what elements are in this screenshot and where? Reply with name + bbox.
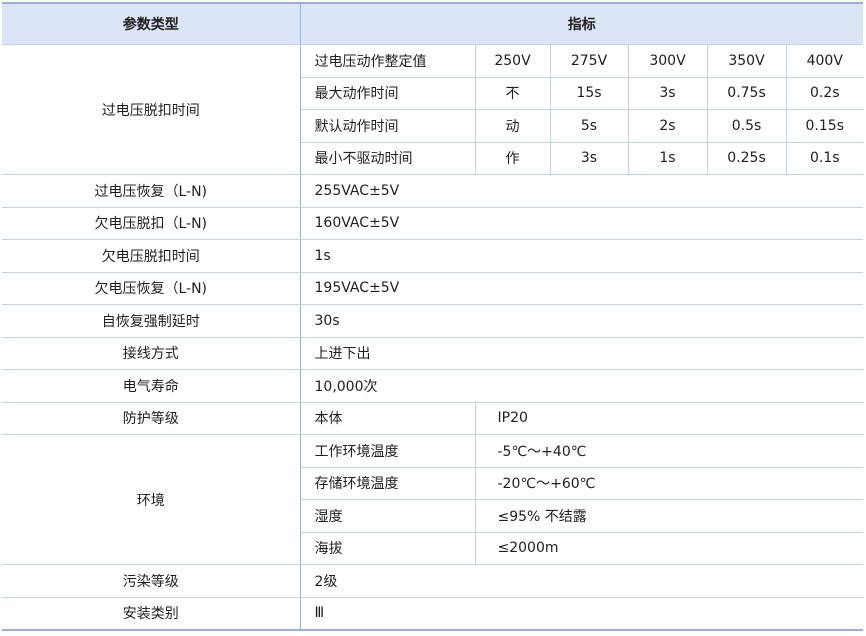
table-header-row: 参数类型 指标 xyxy=(2,2,863,45)
value-cell: ≤95% 不结露 xyxy=(474,499,863,533)
table-row: 电气寿命 10,000次 xyxy=(2,369,863,403)
value-cell: ≤2000m xyxy=(474,532,863,565)
param-label: 过电压脱扣时间 xyxy=(2,44,301,175)
param-label: 过电压恢复（L-N) xyxy=(2,174,301,208)
value-cell: 350V xyxy=(706,44,786,78)
param-label: 接线方式 xyxy=(2,337,301,370)
sub-param-label: 过电压动作整定值 xyxy=(300,44,475,78)
value-cell: 1s xyxy=(300,239,863,273)
value-cell: 400V xyxy=(785,44,863,78)
header-indicator: 指标 xyxy=(300,2,863,45)
table-row: 欠电压脱扣时间 1s xyxy=(2,239,863,273)
value-cell: 作 xyxy=(474,142,550,175)
sub-param-label: 默认动作时间 xyxy=(300,109,475,143)
value-cell: 不 xyxy=(474,77,550,110)
param-label: 自恢复强制延时 xyxy=(2,304,301,338)
value-cell: 275V xyxy=(549,44,628,78)
value-cell: 0.5s xyxy=(706,109,786,143)
table-row: 接线方式 上进下出 xyxy=(2,337,863,370)
param-label: 安装类别 xyxy=(2,597,301,631)
value-cell: 1s xyxy=(627,142,707,175)
table-row: 防护等级 本体 IP20 xyxy=(2,402,863,435)
value-cell: -5℃～+40℃ xyxy=(474,434,863,468)
value-cell: 0.2s xyxy=(785,77,863,110)
value-cell: 0.15s xyxy=(785,109,863,143)
sub-param-label: 工作环境温度 xyxy=(300,434,475,468)
value-cell: 3s xyxy=(627,77,707,110)
header-param-type: 参数类型 xyxy=(2,2,301,45)
value-cell: 160VAC±5V xyxy=(300,207,863,240)
param-label: 欠电压脱扣时间 xyxy=(2,239,301,273)
value-cell: -20℃～+60℃ xyxy=(474,467,863,500)
sub-param-label: 存储环境温度 xyxy=(300,467,475,500)
table-row: 过电压脱扣时间 过电压动作整定值 250V 275V 300V 350V 400V xyxy=(2,44,863,175)
value-cell: 300V xyxy=(627,44,707,78)
param-label: 欠电压恢复（L-N) xyxy=(2,272,301,305)
value-cell: 上进下出 xyxy=(300,337,863,370)
sub-param-label: 海拔 xyxy=(300,532,475,565)
value-cell: 2级 xyxy=(300,564,863,598)
value-cell: IP20 xyxy=(474,402,863,435)
value-cell: 2s xyxy=(627,109,707,143)
value-cell: 15s xyxy=(549,77,628,110)
value-cell: 0.75s xyxy=(706,77,786,110)
value-cell: 动 xyxy=(474,109,550,143)
table-row: 安装类别 Ⅲ xyxy=(2,597,863,631)
table-row: 欠电压恢复（L-N) 195VAC±5V xyxy=(2,272,863,305)
value-cell: 10,000次 xyxy=(300,369,863,403)
param-label: 电气寿命 xyxy=(2,369,301,403)
value-cell: 250V xyxy=(474,44,550,78)
value-cell: 195VAC±5V xyxy=(300,272,863,305)
param-label: 防护等级 xyxy=(2,402,301,435)
value-cell: 255VAC±5V xyxy=(300,174,863,208)
value-cell: 30s xyxy=(300,304,863,338)
sub-param-label: 最小不驱动时间 xyxy=(300,142,475,175)
value-cell: 0.25s xyxy=(706,142,786,175)
table-row: 过电压恢复（L-N) 255VAC±5V xyxy=(2,174,863,208)
table-row: 环境 工作环境温度 -5℃～+40℃ xyxy=(2,434,863,565)
spec-table: 参数类型 指标 过电压脱扣时间 过电压动作整定值 250V 275V 300V 350V 4… xyxy=(2,2,863,631)
value-cell: 0.1s xyxy=(785,142,863,175)
sub-param-label: 湿度 xyxy=(300,499,475,533)
table-row: 自恢复强制延时 30s xyxy=(2,304,863,338)
value-cell: Ⅲ xyxy=(300,597,863,631)
table-row: 欠电压脱扣（L-N) 160VAC±5V xyxy=(2,207,863,240)
value-cell: 3s xyxy=(549,142,628,175)
sub-param-label: 最大动作时间 xyxy=(300,77,475,110)
param-label: 污染等级 xyxy=(2,564,301,598)
table-row: 污染等级 2级 xyxy=(2,564,863,598)
sub-param-label: 本体 xyxy=(300,402,475,435)
value-cell: 5s xyxy=(549,109,628,143)
param-label: 欠电压脱扣（L-N) xyxy=(2,207,301,240)
param-label: 环境 xyxy=(2,434,301,565)
